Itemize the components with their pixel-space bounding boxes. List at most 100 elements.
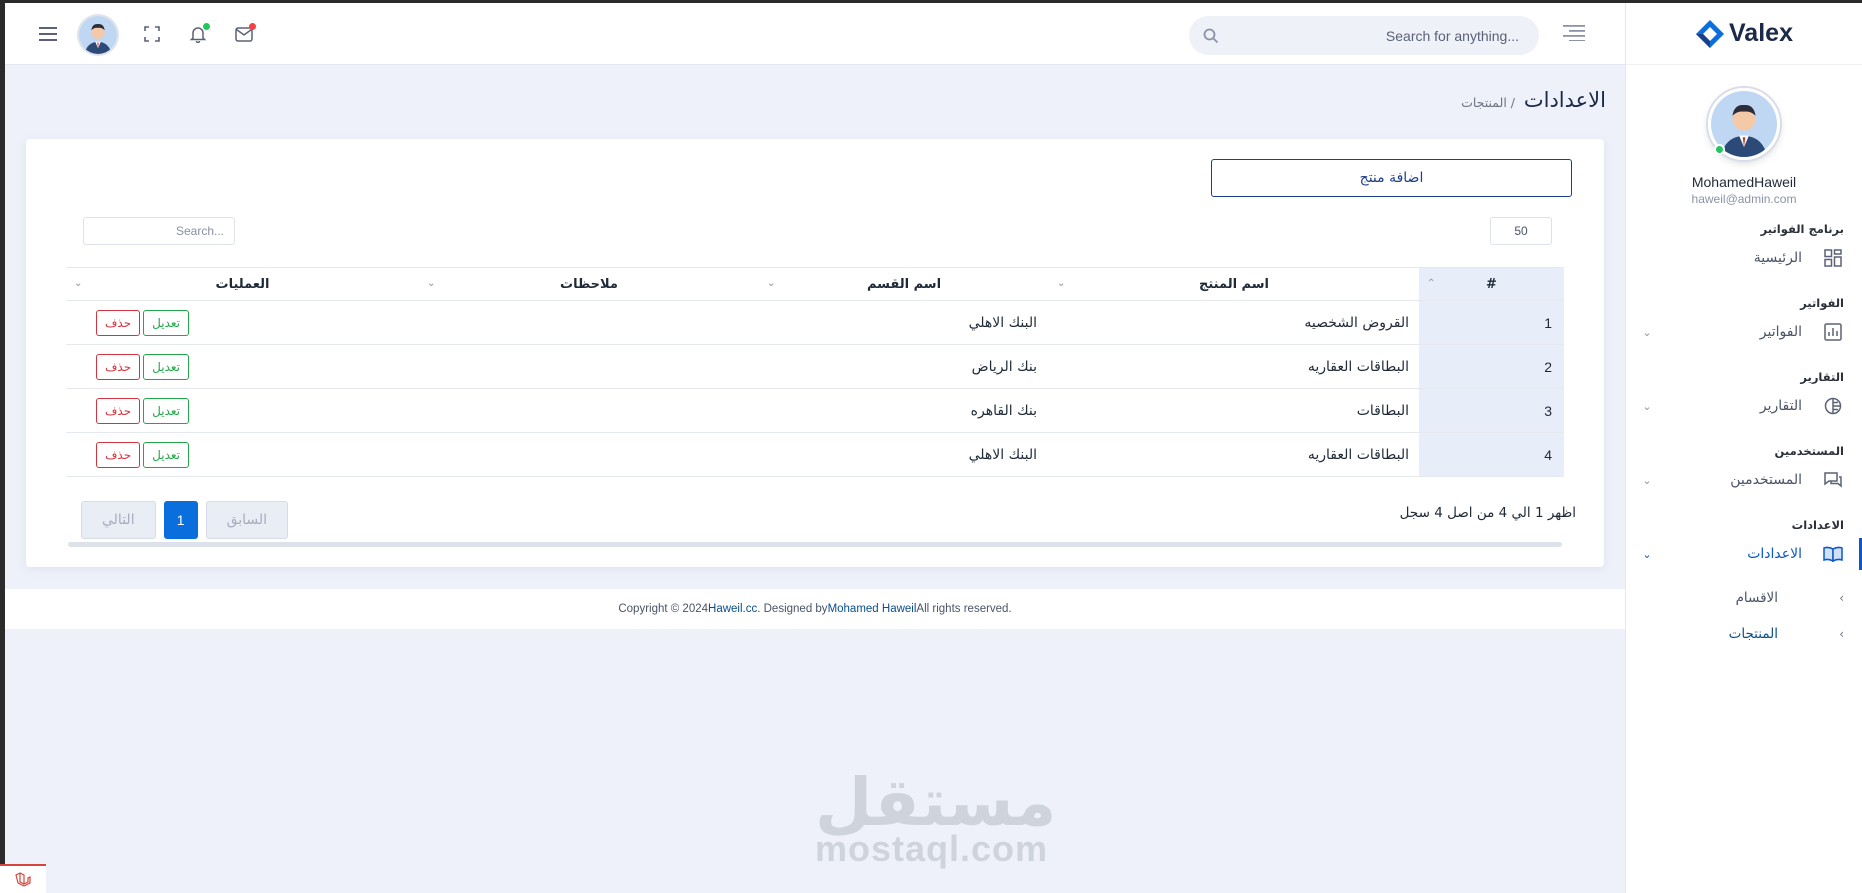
footer-author-link[interactable]: Mohamed Haweil: [828, 603, 917, 615]
dashboard-icon: [1822, 247, 1844, 269]
mail-icon[interactable]: [231, 21, 257, 47]
sort-asc-icon: ⌃: [1427, 278, 1436, 289]
chevron-down-icon: ⌄: [1642, 547, 1652, 561]
sidebar-item-label: المستخدمين: [1730, 472, 1802, 488]
brand-name: Valex: [1729, 19, 1793, 47]
online-status-dot: [1714, 144, 1725, 155]
laravel-icon[interactable]: [0, 864, 46, 893]
page-number-button[interactable]: 1: [163, 501, 198, 539]
menu-category-settings: الاعدادات: [1791, 518, 1844, 532]
table-search-input[interactable]: [83, 217, 235, 245]
cell-product-name: البطاقات العقاريه: [1049, 432, 1419, 477]
hamburger-menu-icon[interactable]: [35, 21, 61, 47]
pagination: التالي 1 السابق: [81, 501, 289, 539]
menu-category-invoices: الفواتير: [1800, 296, 1844, 310]
next-page-button[interactable]: التالي: [81, 501, 156, 539]
valex-logo-icon: [1695, 19, 1725, 49]
sidebar-subitem-sections[interactable]: › الاقسام: [1640, 580, 1844, 616]
header-search-input[interactable]: [1219, 27, 1519, 44]
cell-actions: تعديل حذف: [66, 388, 419, 433]
page-length-select[interactable]: 50: [1490, 217, 1552, 245]
delete-button[interactable]: حذف: [95, 309, 141, 336]
notification-dot: [203, 23, 210, 30]
page-title: الاعدادات: [1523, 88, 1606, 112]
column-header-label: اسم القسم: [866, 276, 942, 292]
column-header-number[interactable]: # ⌃: [1419, 267, 1564, 301]
fullscreen-icon[interactable]: [139, 21, 165, 47]
table-info: اظهر 1 الي 4 من اصل 4 سجل: [1399, 505, 1576, 521]
cell-notes: [419, 344, 759, 389]
edit-button[interactable]: تعديل: [143, 397, 189, 424]
profile-email: haweil@admin.com: [1691, 192, 1797, 206]
bar-chart-icon: [1822, 321, 1844, 343]
sidebar-item-reports[interactable]: التقارير ⌄: [1640, 384, 1844, 428]
sidebar-item-users[interactable]: المستخدمين ⌄: [1640, 458, 1844, 502]
breadcrumb[interactable]: / المنتجات: [1400, 95, 1515, 110]
chevron-down-icon: ⌄: [1642, 325, 1652, 339]
cell-notes: [419, 388, 759, 433]
sidebar-subitem-products[interactable]: › المنتجات: [1640, 616, 1844, 652]
delete-button[interactable]: حذف: [95, 353, 141, 380]
sidebar-item-settings[interactable]: الاعدادات ⌄: [1640, 532, 1862, 576]
sidebar-toggle-icon[interactable]: [1563, 25, 1585, 43]
table-row: 4 البطاقات العقاريه البنك الاهلي تعديل حذ…: [66, 432, 1564, 477]
cell-number: 1: [1419, 300, 1564, 345]
edit-button[interactable]: تعديل: [143, 353, 189, 380]
chevron-down-icon: ⌄: [1642, 473, 1652, 487]
cell-notes: [419, 300, 759, 345]
menu-category-invoices-program: برنامج الفواتير: [1760, 222, 1844, 236]
chevron-left-icon: ›: [1839, 627, 1844, 641]
sidebar-item-label: الاعدادات: [1747, 546, 1802, 562]
watermark-latin: mostaql.com: [815, 828, 1049, 869]
column-header-product-name[interactable]: اسم المنتج ⌄: [1049, 267, 1419, 301]
footer-copyright-prefix: Copyright © 2024: [618, 603, 709, 615]
sidebar-item-label: التقارير: [1759, 398, 1802, 414]
add-product-button[interactable]: اضافة منتج: [1211, 159, 1572, 197]
cell-notes: [419, 432, 759, 477]
table-row: 3 البطاقات بنك القاهره تعديل حذف: [66, 388, 1564, 433]
delete-button[interactable]: حذف: [95, 441, 141, 468]
subitem-label: الاقسام: [1735, 590, 1778, 606]
footer-site-link[interactable]: Haweil.cc: [708, 603, 757, 615]
products-table: # ⌃ اسم المنتج ⌄ اسم القسم ⌄ ملاحظات ⌄ العمل…: [66, 267, 1564, 477]
column-header-actions[interactable]: العمليات ⌄: [66, 267, 419, 301]
previous-page-button[interactable]: السابق: [205, 501, 289, 539]
notifications-bell-icon[interactable]: [185, 21, 211, 47]
footer-designed-by: . Designed by: [757, 603, 828, 615]
sidebar-menu: برنامج الفواتير الرئيسية الفواتير الفوات…: [1626, 222, 1862, 652]
footer-rights: All rights reserved.: [916, 603, 1012, 615]
horizontal-scrollbar[interactable]: [68, 542, 1562, 547]
header-avatar[interactable]: [79, 16, 117, 54]
subitem-label: المنتجات: [1728, 626, 1778, 642]
edit-button[interactable]: تعديل: [143, 441, 189, 468]
sidebar-item-invoices[interactable]: الفواتير ⌄: [1640, 310, 1844, 354]
sort-icon: ⌄: [74, 278, 83, 289]
cell-number: 3: [1419, 388, 1564, 433]
delete-button[interactable]: حذف: [95, 397, 141, 424]
sidebar-item-label: الرئيسية: [1753, 250, 1802, 266]
column-header-section-name[interactable]: اسم القسم ⌄: [759, 267, 1049, 301]
sidebar-item-home[interactable]: الرئيسية: [1640, 236, 1844, 280]
cell-number: 2: [1419, 344, 1564, 389]
table-header-row: # ⌃ اسم المنتج ⌄ اسم القسم ⌄ ملاحظات ⌄ العمل…: [66, 267, 1564, 301]
profile-avatar[interactable]: [1708, 88, 1780, 160]
brand-logo[interactable]: Valex: [1626, 3, 1862, 65]
column-header-notes[interactable]: ملاحظات ⌄: [419, 267, 759, 301]
cell-number: 4: [1419, 432, 1564, 477]
sort-icon: ⌄: [1057, 278, 1066, 289]
pie-chart-icon: [1822, 395, 1844, 417]
top-header: [5, 3, 1625, 65]
open-book-icon: [1822, 543, 1844, 565]
sort-icon: ⌄: [767, 278, 776, 289]
sidebar-item-label: الفواتير: [1759, 324, 1802, 340]
chevron-down-icon: ⌄: [1642, 399, 1652, 413]
edit-button[interactable]: تعديل: [143, 309, 189, 336]
cell-product-name: البطاقات العقاريه: [1049, 344, 1419, 389]
table-row: 2 البطاقات العقاريه بنك الرياض تعديل حذف: [66, 344, 1564, 389]
chat-users-icon: [1822, 469, 1844, 491]
cell-actions: تعديل حذف: [66, 432, 419, 477]
sort-icon: ⌄: [427, 278, 436, 289]
column-header-label: العمليات: [215, 276, 270, 292]
products-card: اضافة منتج 50 #⌃ اسم المنتج⌄ اسم القسم ⌄ …: [26, 139, 1604, 567]
search-icon[interactable]: [1203, 28, 1219, 44]
